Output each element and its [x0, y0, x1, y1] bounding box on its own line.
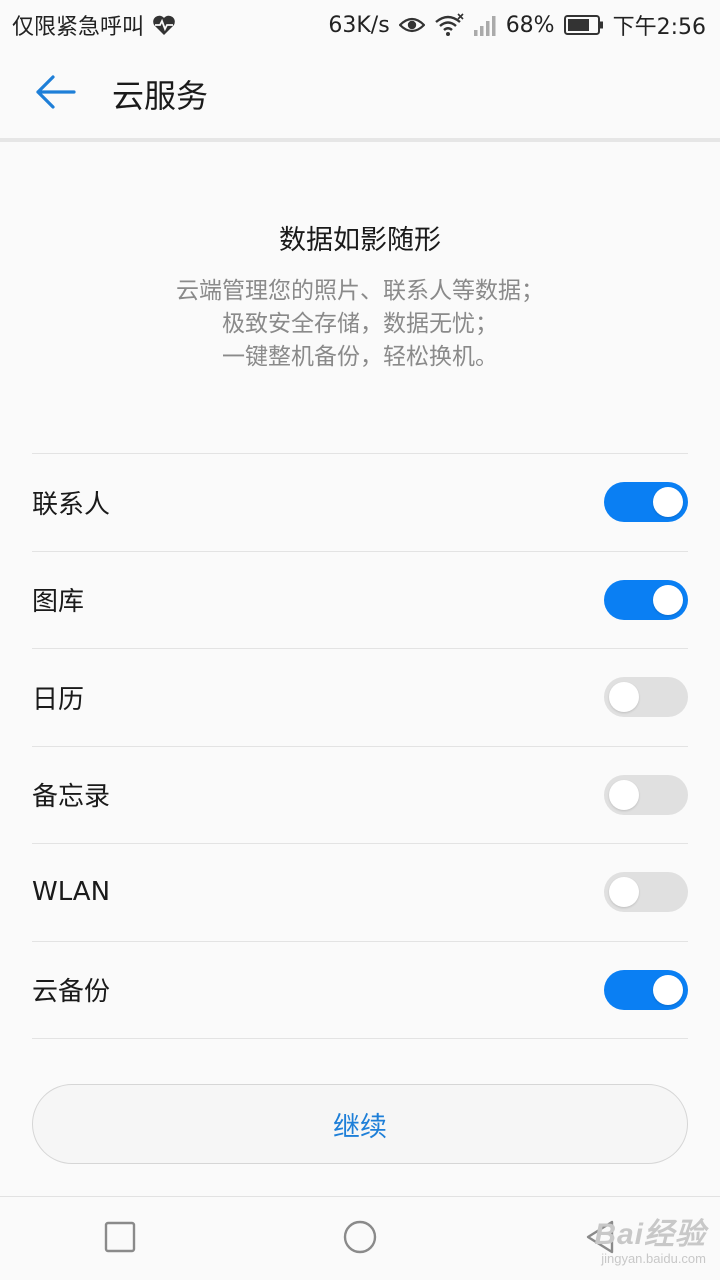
sync-item-label: 图库 [32, 587, 85, 618]
intro-heading: 数据如影随形 [279, 225, 441, 256]
sync-item-label: 日历 [32, 684, 85, 715]
eye-icon [398, 16, 425, 34]
toggle-knob [609, 682, 639, 713]
page-title: 云服务 [112, 77, 209, 115]
sync-item-label: 备忘录 [32, 782, 111, 813]
status-left: 仅限紧急呼叫 [12, 9, 176, 41]
toggle-knob [609, 877, 639, 908]
toggle-knob [653, 584, 683, 615]
recent-apps-button[interactable] [80, 1199, 160, 1279]
battery-percent: 68% [505, 12, 555, 38]
notes-toggle[interactable] [604, 774, 688, 815]
intro-line-3: 一键整机备份，轻松换机。 [222, 344, 498, 370]
sync-item-gallery: 图库 [32, 552, 688, 649]
toggle-knob [653, 974, 683, 1005]
sync-item-cloud-backup: 云备份 [32, 942, 688, 1039]
toggle-knob [609, 779, 639, 810]
toggle-knob [653, 487, 683, 518]
sync-item-wlan: WLAN [32, 844, 688, 942]
sync-item-label: 联系人 [32, 489, 111, 520]
back-button[interactable] [16, 54, 96, 134]
intro-line-1: 云端管理您的照片、联系人等数据； [176, 278, 544, 304]
status-right: 63K/s 68% 下午2:56 [328, 9, 706, 41]
wlan-toggle[interactable] [604, 872, 688, 913]
intro-section: 数据如影随形 云端管理您的照片、联系人等数据； 极致安全存储，数据无忧； 一键整… [0, 218, 720, 374]
sync-item-label: 云备份 [32, 977, 111, 1008]
continue-button[interactable]: 继续 [32, 1084, 688, 1164]
recent-apps-icon [104, 1221, 136, 1257]
watermark-main: Bai经验 [594, 1218, 706, 1251]
signal-icon [473, 14, 497, 36]
sync-item-calendar: 日历 [32, 649, 688, 747]
sync-list: 联系人 图库 日历 备忘录 WLAN 云备份 [32, 453, 688, 1039]
net-speed: 63K/s [328, 12, 390, 38]
sync-item-notes: 备忘录 [32, 747, 688, 844]
sync-item-contacts: 联系人 [32, 454, 688, 552]
battery-icon [563, 14, 604, 36]
status-bar: 仅限紧急呼叫 63K/s 68% 下午2:56 [0, 0, 720, 50]
baidu-watermark: Bai经验 jingyan.baidu.com [594, 1209, 706, 1266]
back-arrow-icon [35, 74, 77, 114]
contacts-toggle[interactable] [604, 482, 688, 523]
sync-item-label: WLAN [32, 877, 111, 908]
home-icon [342, 1219, 378, 1259]
home-button[interactable] [320, 1199, 400, 1279]
heart-rate-icon [152, 14, 176, 36]
clock-time: 下午2:56 [612, 15, 706, 40]
watermark-sub: jingyan.baidu.com [601, 1251, 706, 1266]
title-bar: 云服务 [0, 50, 720, 142]
wifi-icon [434, 13, 464, 37]
intro-line-2: 极致安全存储，数据无忧； [222, 311, 498, 337]
screen: 仅限紧急呼叫 63K/s 68% 下午2:56 云服务 数据如影随形 云端管理您… [0, 0, 720, 1280]
calendar-toggle[interactable] [604, 677, 688, 718]
cloud-backup-toggle[interactable] [604, 969, 688, 1010]
gallery-toggle[interactable] [604, 579, 688, 620]
carrier-text: 仅限紧急呼叫 [12, 15, 145, 40]
